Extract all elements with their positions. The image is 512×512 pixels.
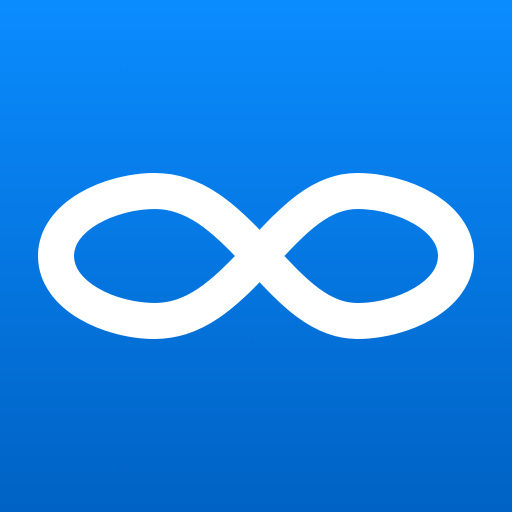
infinity-app-icon-graphic bbox=[0, 0, 512, 512]
app-icon bbox=[0, 0, 512, 512]
